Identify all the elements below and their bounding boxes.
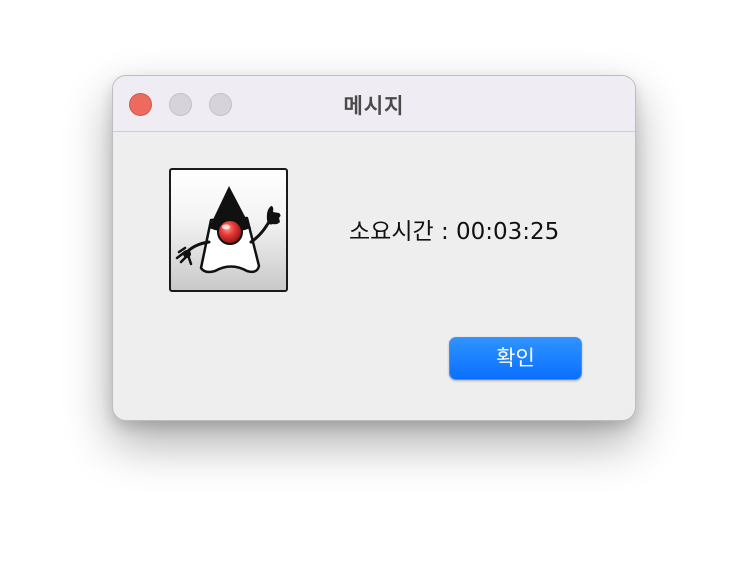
message-dialog: 메시지 소요시간: 00:03:25 확인 bbox=[112, 75, 636, 421]
window-title: 메시지 bbox=[343, 94, 405, 118]
elapsed-time-message: 소요시간 : 00:03:25 bbox=[349, 219, 560, 245]
desktop-background: 메시지 소요시간: 00:03:25 확인 bbox=[0, 0, 748, 570]
title-bar[interactable]: 메시지 bbox=[113, 76, 635, 132]
java-duke-icon bbox=[169, 168, 288, 292]
duke-mascot-icon bbox=[175, 186, 281, 274]
ok-button[interactable]: 확인 bbox=[449, 337, 582, 380]
